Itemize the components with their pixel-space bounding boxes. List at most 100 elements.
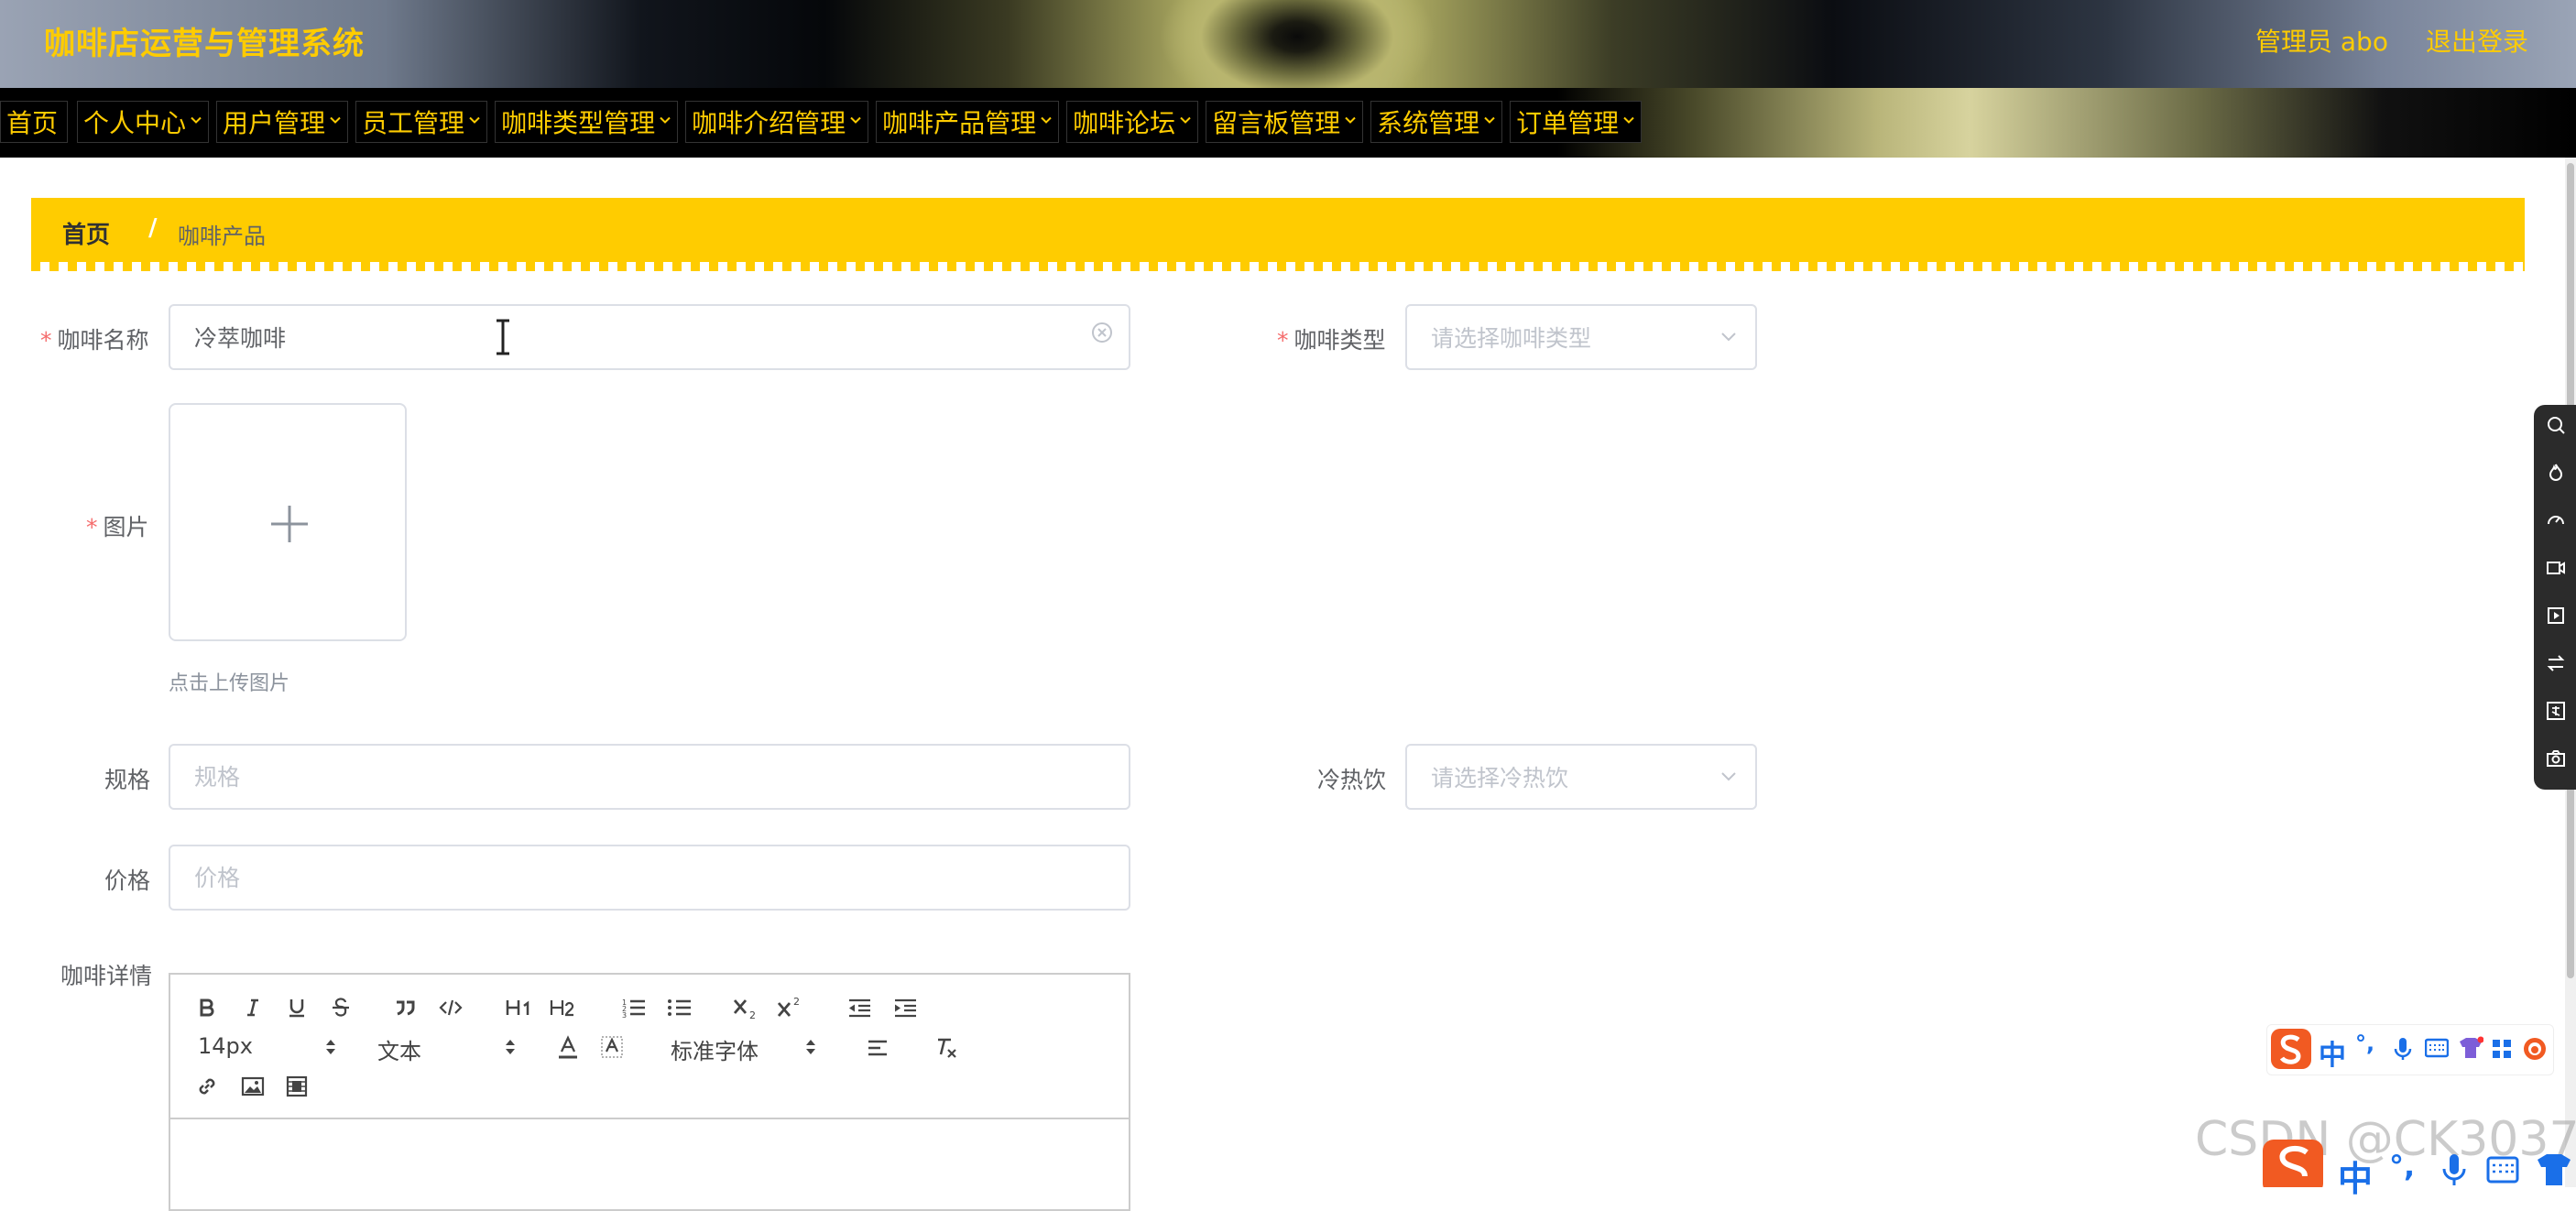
translate-icon[interactable] xyxy=(2545,700,2567,722)
chevron-down-icon xyxy=(1721,772,1736,781)
keyboard-icon[interactable] xyxy=(2486,1156,2519,1184)
ime-punctuation[interactable]: °, xyxy=(2355,1031,2374,1056)
chevron-down-icon xyxy=(1721,333,1736,342)
temperature-select[interactable]: 请选择冷热饮 xyxy=(1405,744,1757,810)
logout-link[interactable]: 退出登录 xyxy=(2426,22,2528,59)
subscript-icon[interactable]: 2 xyxy=(731,993,760,1022)
gauge-icon[interactable] xyxy=(2545,509,2567,531)
rich-text-editor: 123 2 2 14px 文本 标准字体 xyxy=(169,973,1130,1211)
skin-shirt-icon[interactable] xyxy=(2458,1036,2483,1060)
nav-item-label: 用户管理 xyxy=(223,108,326,138)
updown-icon xyxy=(326,1040,335,1054)
avatar-icon[interactable] xyxy=(2522,1036,2548,1062)
ime-toolbar-secondary: 中 °, xyxy=(2252,1140,2576,1199)
keyboard-icon[interactable] xyxy=(2425,1038,2449,1058)
nav-item-message-board-management[interactable]: 留言板管理 xyxy=(1206,101,1364,143)
spec-input[interactable] xyxy=(169,744,1130,810)
microphone-icon[interactable] xyxy=(2392,1036,2414,1062)
camera-icon[interactable] xyxy=(2545,747,2567,769)
header-style-picker[interactable]: 文本 xyxy=(377,1031,524,1064)
coffee-type-select[interactable]: 请选择咖啡类型 xyxy=(1405,304,1757,370)
background-color-icon[interactable] xyxy=(597,1033,627,1063)
italic-icon[interactable] xyxy=(238,993,267,1022)
font-family-picker[interactable]: 标准字体 xyxy=(671,1031,826,1064)
top-header: 咖啡店运营与管理系统 管理员 abo 退出登录 xyxy=(0,0,2576,88)
nav-item-user-management[interactable]: 用户管理 xyxy=(216,101,349,143)
nav-item-label: 咖啡产品管理 xyxy=(882,108,1037,138)
chevron-down-icon xyxy=(1622,114,1635,126)
skin-shirt-icon[interactable] xyxy=(2536,1152,2572,1185)
breadcrumb-current: 咖啡产品 xyxy=(178,224,266,249)
nav-item-label: 系统管理 xyxy=(1377,108,1480,138)
align-left-icon[interactable] xyxy=(863,1033,892,1063)
coffee-name-label: * 咖啡名称 xyxy=(40,322,149,355)
microphone-icon[interactable] xyxy=(2440,1152,2468,1187)
price-input[interactable] xyxy=(169,845,1130,911)
superscript-icon[interactable]: 2 xyxy=(775,993,804,1022)
chevron-down-icon xyxy=(1179,114,1192,126)
blockquote-icon[interactable] xyxy=(390,993,420,1022)
underline-icon[interactable] xyxy=(282,993,311,1022)
video-icon[interactable] xyxy=(282,1072,311,1101)
svg-text:2: 2 xyxy=(749,1009,756,1020)
nav-item-label: 订单管理 xyxy=(1516,108,1620,138)
nav-item-staff-management[interactable]: 员工管理 xyxy=(355,101,488,143)
ime-punctuation[interactable]: °, xyxy=(2389,1149,2415,1184)
font-size-picker[interactable]: 14px xyxy=(198,1031,344,1063)
font-size-value: 14px xyxy=(198,1033,253,1059)
swap-icon[interactable] xyxy=(2545,652,2567,674)
chevron-down-icon xyxy=(468,114,481,126)
nav-item-label: 咖啡类型管理 xyxy=(501,108,656,138)
nav-item-system-management[interactable]: 系统管理 xyxy=(1370,101,1503,143)
indent-icon[interactable] xyxy=(890,993,920,1022)
apps-grid-icon[interactable] xyxy=(2491,1038,2513,1060)
nav-item-order-management[interactable]: 订单管理 xyxy=(1510,101,1643,143)
ordered-list-icon[interactable]: 123 xyxy=(619,993,649,1022)
current-user-label: 管理员 abo xyxy=(2255,27,2388,57)
coffee-type-placeholder: 请选择咖啡类型 xyxy=(1431,325,1592,352)
nav-item-personal-center[interactable]: 个人中心 xyxy=(77,101,210,143)
temperature-placeholder: 请选择冷热饮 xyxy=(1431,765,1569,791)
nav-item-label: 员工管理 xyxy=(362,108,465,138)
ime-chinese-mode[interactable]: 中 xyxy=(2319,1032,2346,1073)
record-video-icon[interactable] xyxy=(2545,557,2567,579)
svg-text:3: 3 xyxy=(622,1011,627,1019)
sogou-logo-icon[interactable] xyxy=(2269,1027,2313,1071)
breadcrumb-home[interactable]: 首页 xyxy=(62,216,110,250)
heading-1-icon[interactable] xyxy=(504,993,533,1022)
search-icon[interactable] xyxy=(2545,414,2567,436)
price-label: 价格 xyxy=(104,867,151,894)
chevron-down-icon xyxy=(1483,114,1496,126)
clear-icon[interactable] xyxy=(1090,321,1114,344)
nav-item-coffee-product-management[interactable]: 咖啡产品管理 xyxy=(876,101,1060,143)
strikethrough-icon[interactable] xyxy=(326,993,355,1022)
nav-item-coffee-type-management[interactable]: 咖啡类型管理 xyxy=(495,101,679,143)
clear-format-icon[interactable] xyxy=(931,1033,960,1063)
ime-toolbar: 中 °, xyxy=(2266,1024,2554,1075)
image-icon[interactable] xyxy=(238,1072,267,1101)
nav-item-coffee-forum[interactable]: 咖啡论坛 xyxy=(1066,101,1199,143)
font-color-icon[interactable] xyxy=(553,1033,583,1063)
coffee-name-label-text: 咖啡名称 xyxy=(57,327,149,354)
nav-item-label: 首页 xyxy=(6,108,59,138)
ime-chinese-mode[interactable]: 中 xyxy=(2338,1151,2373,1201)
code-icon[interactable] xyxy=(436,993,465,1022)
font-family-value: 标准字体 xyxy=(671,1039,759,1064)
coffee-name-input[interactable] xyxy=(169,304,1130,370)
nav-item-home[interactable]: 首页 xyxy=(0,101,69,143)
nav-item-label: 留言板管理 xyxy=(1212,108,1341,138)
nav-item-coffee-intro-management[interactable]: 咖啡介绍管理 xyxy=(685,101,869,143)
bold-icon[interactable] xyxy=(192,993,222,1022)
text-cursor-icon xyxy=(497,319,509,355)
play-icon[interactable] xyxy=(2545,605,2567,627)
image-upload-box[interactable] xyxy=(169,403,407,641)
bullet-list-icon[interactable] xyxy=(665,993,694,1022)
flame-icon[interactable] xyxy=(2545,462,2567,484)
outdent-icon[interactable] xyxy=(845,993,874,1022)
sogou-logo-icon[interactable] xyxy=(2259,1140,2327,1187)
main-nav: 首页 个人中心 用户管理 员工管理 咖啡类型管理 咖啡介绍管理 咖啡产品管理 咖… xyxy=(0,88,2576,158)
chevron-down-icon xyxy=(849,114,862,126)
link-icon[interactable] xyxy=(192,1072,222,1101)
heading-2-icon[interactable] xyxy=(548,993,577,1022)
editor-toolbar: 123 2 2 14px 文本 标准字体 xyxy=(170,975,1129,1119)
